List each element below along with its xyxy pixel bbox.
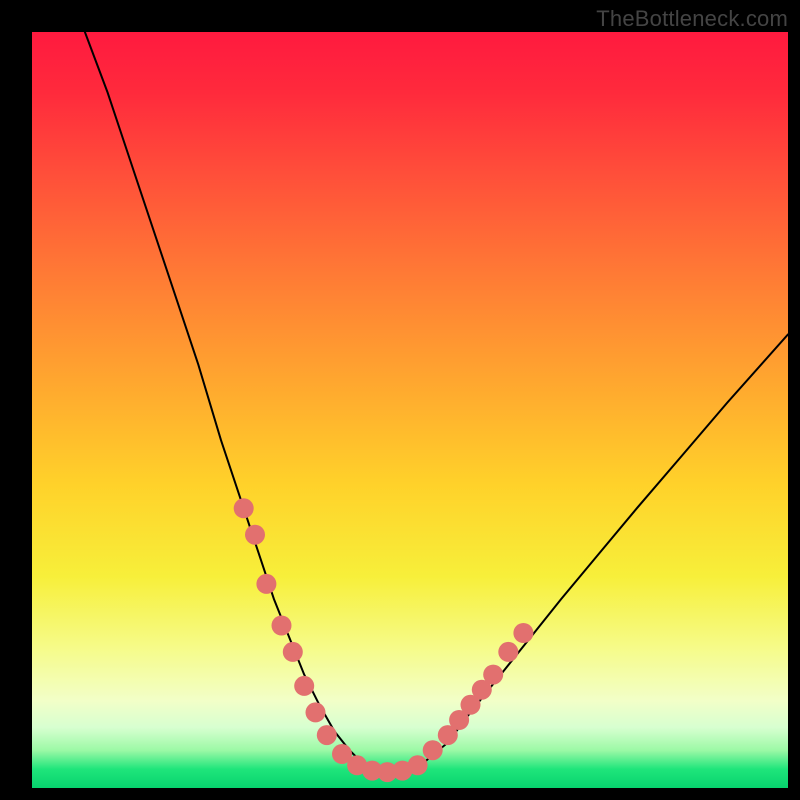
right-cluster-dot [483,665,503,685]
left-cluster-dot [245,525,265,545]
left-cluster-dot [317,725,337,745]
right-cluster-dot [498,642,518,662]
left-cluster-dot [256,574,276,594]
right-cluster-dot [423,740,443,760]
marker-layer [234,498,534,782]
curve-svg [32,32,788,788]
left-cluster-dot [283,642,303,662]
valley-dot [408,755,428,775]
plot-area [32,32,788,788]
left-cluster-dot [272,616,292,636]
left-cluster-dot [294,676,314,696]
watermark-text: TheBottleneck.com [596,6,788,32]
left-cluster-dot [234,498,254,518]
bottleneck-curve [85,32,788,773]
right-cluster-dot [513,623,533,643]
left-cluster-dot [306,702,326,722]
chart-stage: TheBottleneck.com [0,0,800,800]
